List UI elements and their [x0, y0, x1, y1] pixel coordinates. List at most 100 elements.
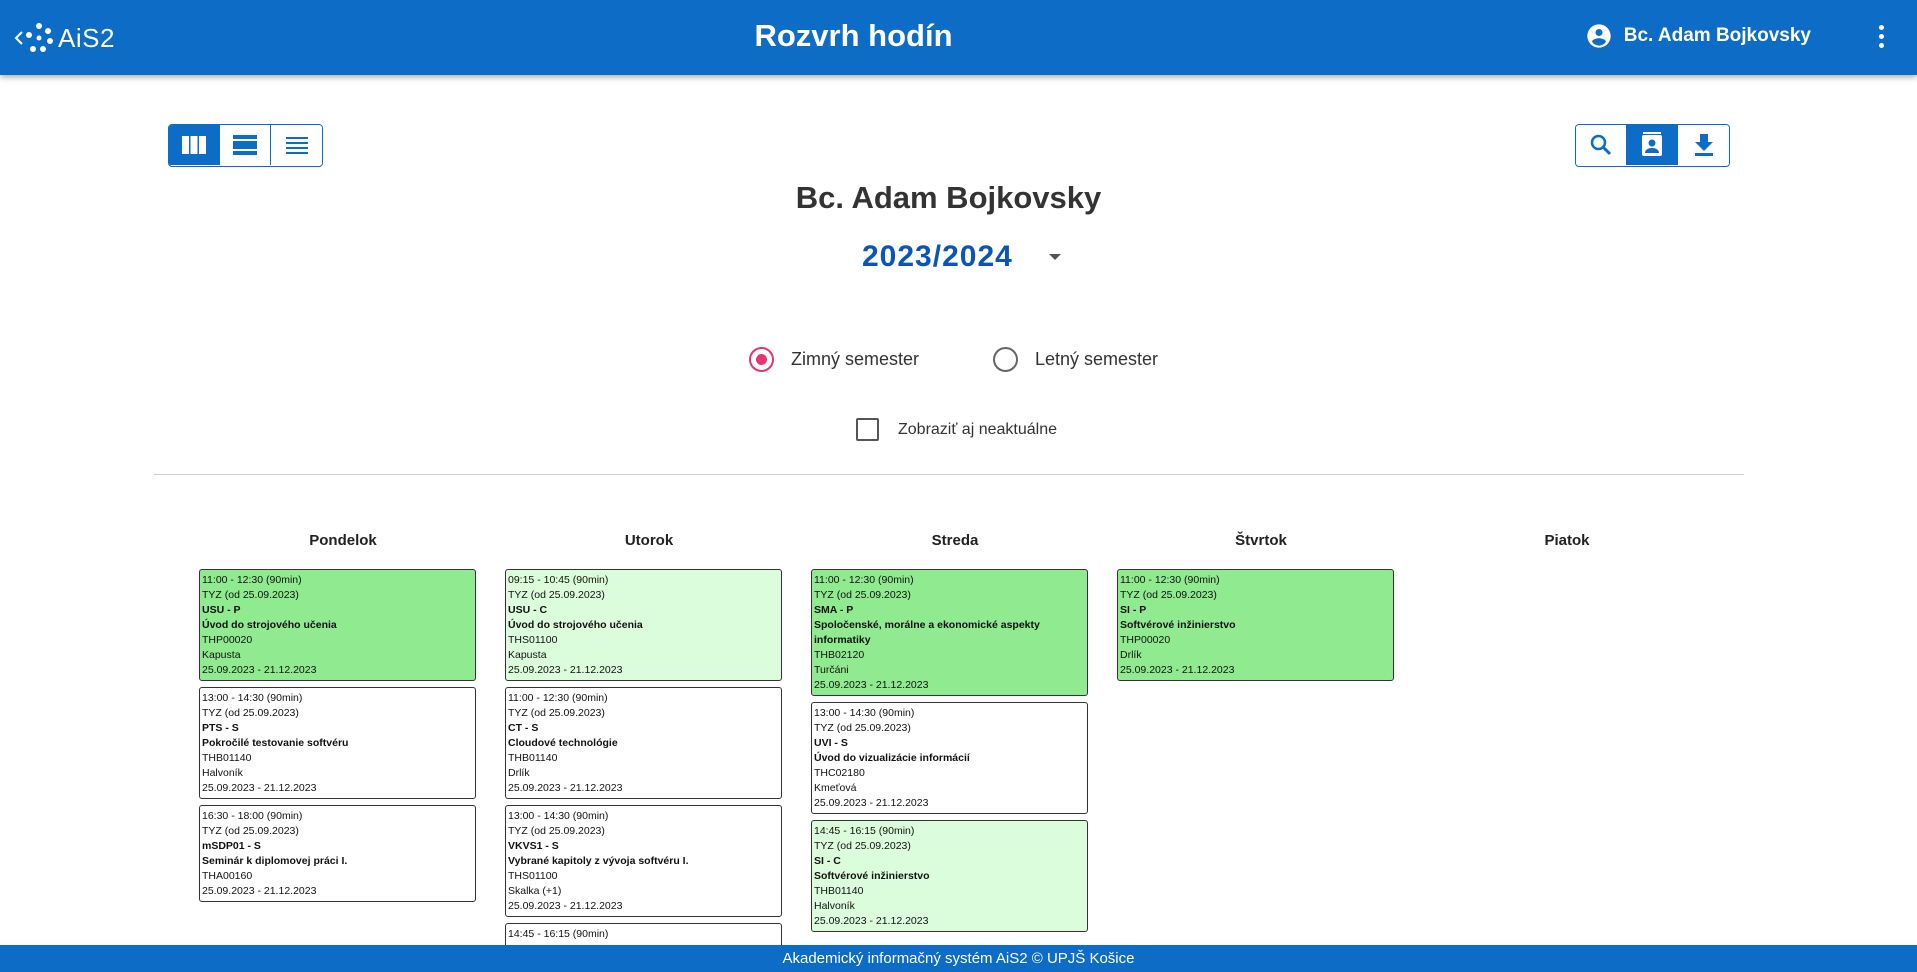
schedule-card[interactable]: 16:30 - 18:00 (90min) TYZ (od 25.09.2023…	[199, 805, 476, 902]
card-field: 11:00 - 12:30 (90min)	[814, 574, 914, 586]
semester-label: Zimný semester	[791, 349, 920, 369]
chevron-down-icon[interactable]	[1049, 254, 1061, 260]
card-field: 25.09.2023 - 21.12.2023	[508, 782, 623, 794]
card-field: Softvérové inžinierstvo	[814, 870, 930, 882]
card-field: 13:00 - 14:30 (90min)	[508, 810, 609, 822]
day-header: Piatok	[1544, 532, 1590, 549]
card-field: 09:15 - 10:45 (90min)	[508, 574, 609, 586]
card-field: THC02180	[814, 767, 865, 779]
schedule-card[interactable]: 13:00 - 14:30 (90min) TYZ (od 25.09.2023…	[811, 702, 1088, 814]
card-field: 11:00 - 12:30 (90min)	[1120, 574, 1220, 586]
schedule-card[interactable]: 09:15 - 10:45 (90min) TYZ (od 25.09.2023…	[505, 569, 782, 681]
user-name: Bc. Adam Bojkovsky	[1623, 25, 1811, 46]
card-field: THP00020	[1120, 634, 1171, 646]
card-field: 25.09.2023 - 21.12.2023	[508, 900, 623, 912]
day-header: Streda	[931, 532, 979, 549]
card-field: UVI - S	[814, 737, 848, 749]
card-field: 25.09.2023 - 21.12.2023	[202, 885, 317, 897]
checkbox-icon[interactable]	[856, 418, 879, 441]
card-field: THA00160	[202, 870, 253, 882]
card-field: Halvoník	[202, 767, 243, 779]
contact-card-button[interactable]	[1627, 125, 1678, 165]
schedule-card[interactable]: 11:00 - 12:30 (90min) TYZ (od 25.09.2023…	[811, 569, 1088, 696]
day-header: Utorok	[624, 532, 674, 549]
card-field: THS01100	[508, 634, 558, 646]
schedule-card[interactable]: 11:00 - 12:30 (90min) TYZ (od 25.09.2023…	[1117, 569, 1394, 681]
card-field: TYZ (od 25.09.2023)	[202, 707, 299, 719]
card-field: 25.09.2023 - 21.12.2023	[202, 664, 317, 676]
view-agenda-icon	[233, 135, 257, 155]
card-field: 16:30 - 18:00 (90min)	[202, 810, 303, 822]
day-header: Štvrtok	[1235, 532, 1287, 549]
view-agenda-button[interactable]	[220, 125, 271, 165]
card-field: THB01140	[202, 752, 252, 764]
card-field: 25.09.2023 - 21.12.2023	[508, 664, 623, 676]
schedule-card[interactable]: 11:00 - 12:30 (90min) TYZ (od 25.09.2023…	[505, 687, 782, 799]
card-field: PTS - S	[202, 722, 239, 734]
card-field: USU - P	[202, 604, 241, 616]
schedule-card[interactable]: 14:45 - 16:15 (90min) TYZ (od 25.09.2023…	[811, 820, 1088, 932]
card-field: TYZ (od 25.09.2023)	[814, 722, 911, 734]
card-field: THB01140	[814, 885, 864, 897]
card-field: 11:00 - 12:30 (90min)	[202, 574, 302, 586]
view-columns-icon	[182, 136, 206, 154]
view-mode-group	[168, 124, 323, 167]
card-field: Vybrané kapitoly z vývoja softvéru I.	[508, 855, 689, 867]
radio-checked-icon[interactable]	[749, 347, 774, 372]
contact-card-icon	[1642, 132, 1662, 156]
user-menu[interactable]: Bc. Adam Bojkovsky	[1585, 22, 1811, 50]
card-field: 13:00 - 14:30 (90min)	[814, 707, 915, 719]
schedule-card[interactable]: 11:00 - 12:30 (90min) TYZ (od 25.09.2023…	[199, 569, 476, 681]
card-field: THB02120	[814, 649, 865, 661]
radio-unchecked-icon[interactable]	[993, 347, 1018, 372]
card-field: Kmeťová	[814, 782, 857, 794]
view-columns-button[interactable]	[169, 125, 220, 165]
footer: Akademický informačný systém AiS2 © UPJŠ…	[0, 945, 1917, 972]
card-field: 25.09.2023 - 21.12.2023	[1120, 664, 1235, 676]
card-field: mSDP01 - S	[202, 840, 261, 852]
semester-label: Letný semester	[1035, 349, 1159, 369]
show-outdated-label: Zobraziť aj neaktuálne	[898, 420, 1057, 438]
card-field: Spoločenské, morálne a ekonomické aspekt…	[814, 619, 1040, 646]
card-field: Skalka (+1)	[508, 885, 562, 897]
card-field: Turčáni	[814, 664, 849, 676]
card-field: 14:45 - 16:15 (90min)	[814, 825, 915, 837]
card-field: CT - S	[508, 722, 539, 734]
card-field: VKVS1 - S	[508, 840, 559, 852]
more-menu-icon[interactable]	[1876, 25, 1886, 51]
card-field: 25.09.2023 - 21.12.2023	[202, 782, 317, 794]
card-field: TYZ (od 25.09.2023)	[1120, 589, 1217, 601]
card-field: 25.09.2023 - 21.12.2023	[814, 679, 929, 691]
card-field: Kapusta	[508, 649, 547, 661]
card-field: Pokročilé testovanie softvéru	[202, 737, 349, 749]
card-field: SI - P	[1120, 604, 1147, 616]
download-icon	[1694, 134, 1713, 156]
card-field: THP00020	[202, 634, 253, 646]
view-list-button[interactable]	[271, 125, 322, 165]
card-field: SMA - P	[814, 604, 854, 616]
show-outdated-checkbox[interactable]: Zobraziť aj neaktuálne	[856, 418, 1057, 441]
semester-radio-summer[interactable]: Letný semester	[993, 347, 1158, 372]
card-field: Drlík	[508, 767, 530, 779]
card-field: TYZ (od 25.09.2023)	[508, 589, 605, 601]
card-field: Halvoník	[814, 900, 855, 912]
semester-radio-winter[interactable]: Zimný semester	[749, 347, 919, 372]
actions-group	[1575, 124, 1730, 167]
person-name: Bc. Adam Bojkovsky	[795, 180, 1102, 215]
app-header: AiS2 Rozvrh hodín Bc. Adam Bojkovsky	[0, 0, 1917, 75]
card-field: Seminár k diplomovej práci I.	[202, 855, 348, 867]
schedule-card[interactable]: 13:00 - 14:30 (90min) TYZ (od 25.09.2023…	[199, 687, 476, 799]
card-field: USU - C	[508, 604, 548, 616]
download-button[interactable]	[1678, 125, 1729, 165]
card-field: 14:45 - 16:15 (90min)	[508, 928, 609, 940]
academic-year-select[interactable]: 2023/2024	[862, 240, 1013, 274]
card-field: TYZ (od 25.09.2023)	[202, 825, 299, 837]
card-field: 25.09.2023 - 21.12.2023	[814, 915, 929, 927]
search-button[interactable]	[1576, 125, 1627, 165]
account-circle-icon	[1587, 24, 1611, 48]
card-field: 11:00 - 12:30 (90min)	[508, 692, 608, 704]
card-field: TYZ (od 25.09.2023)	[814, 840, 911, 852]
search-icon	[1590, 134, 1612, 156]
day-header: Pondelok	[309, 532, 377, 549]
schedule-card[interactable]: 13:00 - 14:30 (90min) TYZ (od 25.09.2023…	[505, 805, 782, 917]
